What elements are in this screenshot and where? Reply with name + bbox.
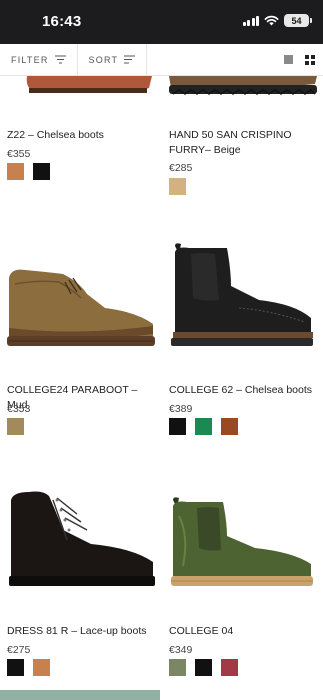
filter-button[interactable]: FILTER	[0, 43, 78, 76]
color-swatches	[169, 178, 186, 195]
product-name[interactable]: DRESS 81 R – Lace-up boots	[7, 624, 157, 639]
color-swatch[interactable]	[7, 163, 24, 180]
color-swatch[interactable]	[33, 659, 50, 676]
grid-view-icon[interactable]	[305, 54, 315, 65]
color-swatch[interactable]	[7, 659, 24, 676]
color-swatches	[169, 659, 238, 676]
color-swatches	[169, 418, 238, 435]
product-image[interactable]	[7, 76, 157, 106]
wifi-icon	[264, 15, 279, 26]
product-price: €353	[7, 403, 31, 415]
product-price: €285	[169, 162, 193, 174]
product-name[interactable]: Z22 – Chelsea boots	[7, 128, 157, 143]
color-swatches	[7, 163, 50, 180]
product-image[interactable]	[7, 264, 157, 354]
color-swatch[interactable]	[195, 659, 212, 676]
product-price: €389	[169, 403, 193, 415]
color-swatch[interactable]	[7, 418, 24, 435]
product-price: €349	[169, 644, 193, 656]
product-image[interactable]	[7, 490, 157, 590]
sort-button[interactable]: SORT	[78, 43, 148, 76]
product-image[interactable]	[169, 76, 319, 96]
color-swatch[interactable]	[169, 418, 186, 435]
status-bar: 16:43 54	[0, 0, 323, 44]
product-price: €355	[7, 148, 31, 160]
product-image[interactable]	[169, 496, 319, 590]
color-swatch[interactable]	[221, 418, 238, 435]
color-swatch[interactable]	[169, 659, 186, 676]
product-price: €275	[7, 644, 31, 656]
product-image[interactable]	[0, 690, 160, 700]
battery-level: 54	[291, 15, 302, 26]
color-swatch[interactable]	[169, 178, 186, 195]
filter-sort-toolbar: FILTER SORT	[0, 43, 323, 76]
battery-icon: 54	[284, 14, 312, 27]
filter-icon	[54, 55, 66, 64]
view-toggles	[284, 54, 323, 65]
product-name[interactable]: COLLEGE 62 – Chelsea boots	[169, 383, 319, 398]
color-swatch[interactable]	[33, 163, 50, 180]
color-swatch[interactable]	[195, 418, 212, 435]
status-icons: 54	[242, 14, 312, 27]
product-name[interactable]: HAND 50 SAN CRISPINO FURRY– Beige	[169, 128, 319, 158]
single-view-icon[interactable]	[284, 55, 293, 64]
filter-label: FILTER	[11, 54, 49, 65]
product-image[interactable]	[169, 240, 319, 350]
sort-icon	[124, 55, 136, 64]
color-swatches	[7, 418, 24, 435]
status-time: 16:43	[42, 13, 82, 30]
color-swatches	[7, 659, 50, 676]
signal-icon	[242, 15, 259, 26]
product-name[interactable]: COLLEGE 04	[169, 624, 319, 639]
sort-label: SORT	[88, 54, 119, 65]
color-swatch[interactable]	[221, 659, 238, 676]
